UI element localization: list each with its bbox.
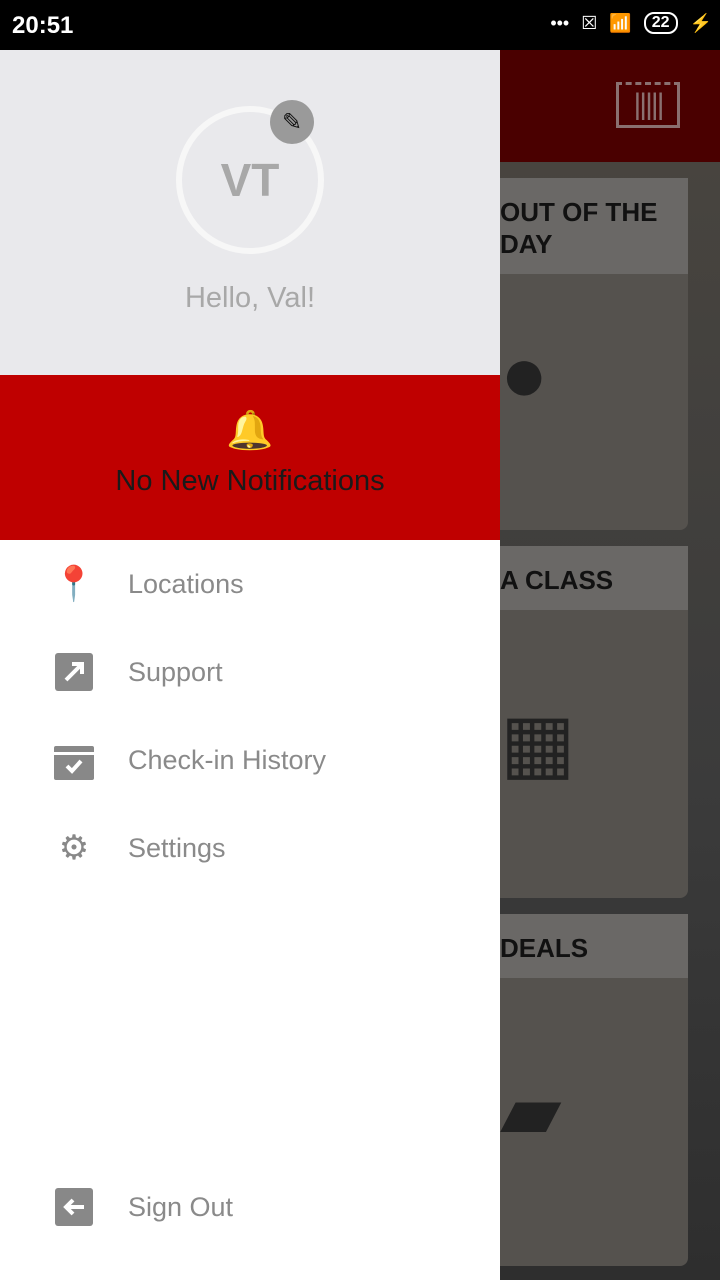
- card-deals[interactable]: DEALS ▰: [500, 914, 688, 1266]
- menu-item-check-in-history[interactable]: Check-in History: [0, 716, 500, 804]
- status-bar: 20:51 ••• ☒ 📶 22 ⚡: [0, 0, 720, 50]
- external-link-icon: [54, 652, 94, 692]
- wifi-icon: 📶: [609, 12, 632, 33]
- edit-pencil-icon[interactable]: ✎: [270, 100, 314, 144]
- greeting: Hello, Val!: [184, 282, 316, 314]
- bell-icon: 🔔: [226, 410, 274, 452]
- card-class[interactable]: A CLASS ▦: [500, 546, 688, 898]
- whistle-icon: ●: [500, 329, 549, 418]
- gear-icon: ⚙: [58, 829, 90, 867]
- card-workout[interactable]: OUT OF THE DAY ●: [500, 178, 688, 530]
- menu-item-label: Check-in History: [128, 744, 327, 775]
- card-title: A CLASS: [500, 546, 688, 610]
- notifications-banner[interactable]: 🔔 No New Notifications: [0, 375, 500, 540]
- sim-x-icon: ☒: [581, 12, 598, 33]
- charging-icon: ⚡: [689, 12, 712, 33]
- menu-item-label: Support: [128, 656, 223, 687]
- drawer-menu: 📍 Locations Support Check-in History ⚙ S…: [0, 540, 500, 892]
- app-bar: |||||: [500, 50, 720, 162]
- sign-out-label: Sign Out: [128, 1191, 234, 1222]
- calendar-icon: ▦: [500, 698, 576, 787]
- navigation-drawer: VT ✎ Hello, Val! 🔔 No New Notifications …: [0, 50, 500, 1280]
- drawer-header: VT ✎ Hello, Val!: [0, 50, 500, 375]
- location-pin-icon: 📍: [52, 565, 96, 603]
- menu-item-label: Settings: [128, 832, 226, 863]
- notifications-text: No New Notifications: [115, 465, 385, 497]
- background-screen[interactable]: ||||| OUT OF THE DAY ● A CLASS ▦ DEALS ▰: [500, 50, 720, 1280]
- card-title: DEALS: [500, 914, 688, 978]
- barcode-scan-icon[interactable]: |||||: [616, 82, 680, 128]
- menu-item-settings[interactable]: ⚙ Settings: [0, 804, 500, 892]
- menu-item-label: Locations: [128, 568, 244, 599]
- menu-item-locations[interactable]: 📍 Locations: [0, 540, 500, 628]
- menu-item-support[interactable]: Support: [0, 628, 500, 716]
- phone-icon: ▰: [500, 1066, 562, 1155]
- more-dots-icon: •••: [550, 12, 570, 33]
- battery-icon: 22: [643, 12, 678, 34]
- card-title: OUT OF THE DAY: [500, 178, 688, 274]
- sign-out-icon: [54, 1187, 94, 1227]
- status-time: 20:51: [12, 12, 74, 39]
- sign-out-button[interactable]: Sign Out: [0, 1163, 500, 1251]
- calendar-check-icon: [54, 740, 94, 780]
